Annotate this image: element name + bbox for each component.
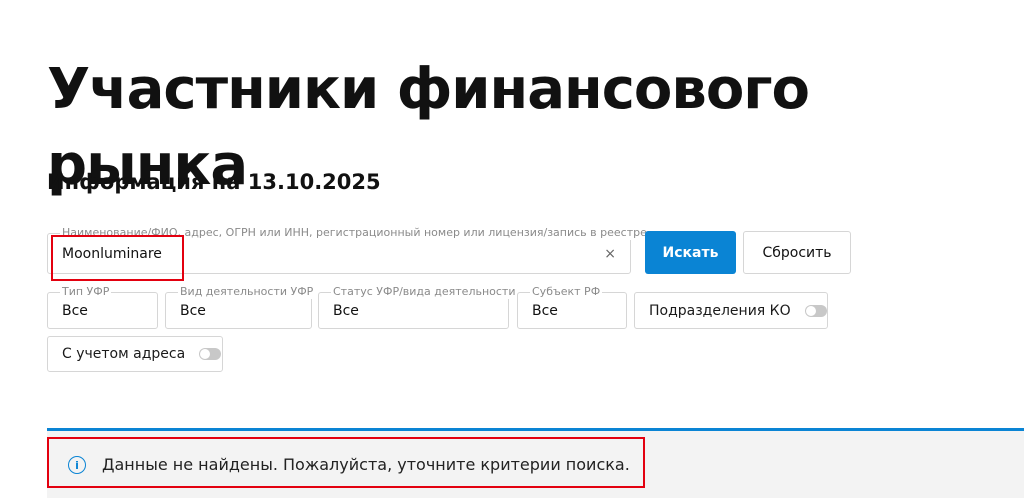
filter-status-select[interactable]: Статус УФР/вида деятельности Все: [318, 285, 518, 329]
search-button[interactable]: Искать: [645, 231, 736, 274]
info-icon: i: [68, 456, 86, 474]
filter-activity-value: Все: [180, 303, 206, 319]
result-message-bar: i Данные не найдены. Пожалуйста, уточнит…: [47, 428, 1024, 498]
search-field-label: Наименование/ФИО, адрес, ОГРН или ИНН, р…: [60, 226, 649, 240]
ko-divisions-label: Подразделения КО: [649, 302, 791, 319]
switch-knob: [805, 305, 816, 316]
search-input[interactable]: Moonluminare: [62, 244, 162, 264]
ko-divisions-switch[interactable]: [804, 304, 827, 317]
filter-type-value: Все: [62, 303, 88, 319]
switch-knob: [200, 349, 211, 359]
info-date: Информация на 13.10.2025: [47, 170, 381, 194]
filter-region-value: Все: [532, 303, 558, 319]
filter-type-select[interactable]: Тип УФР Все: [47, 285, 158, 329]
reset-button[interactable]: Сбросить: [743, 231, 851, 274]
filter-activity-label: Вид деятельности УФР: [178, 285, 316, 299]
filter-status-value: Все: [333, 303, 359, 319]
filter-type-label: Тип УФР: [60, 285, 112, 299]
with-address-toggle[interactable]: С учетом адреса: [47, 336, 223, 372]
ko-divisions-toggle[interactable]: Подразделения КО: [634, 292, 828, 329]
result-message: Данные не найдены. Пожалуйста, уточните …: [102, 455, 630, 474]
search-field[interactable]: Наименование/ФИО, адрес, ОГРН или ИНН, р…: [47, 226, 649, 274]
filter-region-label: Субъект РФ: [530, 285, 603, 299]
with-address-switch[interactable]: [199, 348, 222, 360]
filter-region-select[interactable]: Субъект РФ Все: [517, 285, 627, 329]
filter-status-label: Статус УФР/вида деятельности: [331, 285, 518, 299]
with-address-label: С учетом адреса: [62, 346, 186, 362]
clear-icon[interactable]: ×: [604, 244, 616, 264]
filter-activity-select[interactable]: Вид деятельности УФР Все: [165, 285, 316, 329]
